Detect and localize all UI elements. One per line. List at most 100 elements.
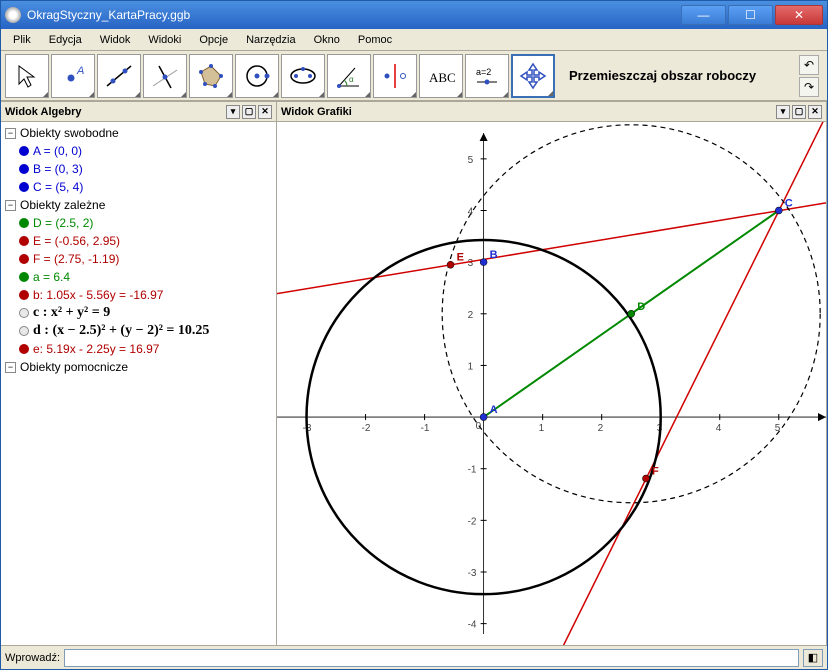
tree-group[interactable]: −Obiekty zależne: [5, 196, 272, 214]
svg-text:ABC: ABC: [429, 70, 456, 85]
close-button[interactable]: ✕: [775, 5, 823, 25]
panel-menu-icon[interactable]: ▾: [776, 105, 790, 119]
tool-reflect[interactable]: [373, 54, 417, 98]
object-visibility-icon[interactable]: [19, 326, 29, 336]
svg-text:5: 5: [468, 155, 474, 166]
panel-menu-icon[interactable]: ▾: [226, 105, 240, 119]
tool-description: Przemieszczaj obszar roboczy: [557, 68, 797, 83]
object-visibility-icon[interactable]: [19, 146, 29, 156]
svg-text:a=2: a=2: [476, 67, 491, 77]
tool-ellipse[interactable]: [281, 54, 325, 98]
svg-text:-2: -2: [468, 516, 477, 527]
svg-text:-1: -1: [468, 465, 477, 476]
tool-circle[interactable]: [235, 54, 279, 98]
menu-help[interactable]: Pomoc: [350, 32, 400, 48]
tool-move[interactable]: [5, 54, 49, 98]
menu-tools[interactable]: Narzędzia: [238, 32, 304, 48]
tree-item[interactable]: F = (2.75, -1.19): [5, 250, 272, 268]
svg-text:0: 0: [476, 421, 482, 432]
object-visibility-icon[interactable]: [19, 344, 29, 354]
tree-item[interactable]: c : x² + y² = 9: [5, 304, 272, 322]
menu-window[interactable]: Okno: [306, 32, 348, 48]
svg-text:A: A: [76, 65, 84, 77]
tool-polygon[interactable]: [189, 54, 233, 98]
app-window: OkragStyczny_KartaPracy.ggb — ☐ ✕ Plik E…: [0, 0, 828, 670]
maximize-button[interactable]: ☐: [728, 5, 773, 25]
tree-group[interactable]: −Obiekty pomocnicze: [5, 358, 272, 376]
graphics-header: Widok Grafiki ▾ ▢ ✕: [277, 102, 826, 122]
undo-icon[interactable]: ↶: [799, 55, 819, 75]
tree-item-label: D = (2.5, 2): [33, 216, 93, 230]
tree-item[interactable]: a = 6.4: [5, 268, 272, 286]
menubar: Plik Edycja Widok Widoki Opcje Narzędzia…: [1, 29, 827, 51]
window-title: OkragStyczny_KartaPracy.ggb: [27, 8, 681, 22]
svg-text:E: E: [457, 252, 464, 264]
graphics-view[interactable]: -3-2-1012345-4-3-2-112345ABCDEF: [277, 122, 826, 645]
tree-item-label: a = 6.4: [33, 270, 70, 284]
main-area: Widok Algebry ▾ ▢ ✕ −Obiekty swobodneA =…: [1, 101, 827, 645]
object-visibility-icon[interactable]: [19, 290, 29, 300]
tool-slider[interactable]: a=2: [465, 54, 509, 98]
tree-item-label: F = (2.75, -1.19): [33, 252, 119, 266]
svg-text:B: B: [490, 249, 498, 261]
object-visibility-icon[interactable]: [19, 254, 29, 264]
tool-perpendicular[interactable]: [143, 54, 187, 98]
inputbar-help-icon[interactable]: ◧: [803, 649, 823, 667]
tree-item[interactable]: D = (2.5, 2): [5, 214, 272, 232]
panel-close-icon[interactable]: ✕: [258, 105, 272, 119]
object-visibility-icon[interactable]: [19, 272, 29, 282]
object-visibility-icon[interactable]: [19, 308, 29, 318]
titlebar: OkragStyczny_KartaPracy.ggb — ☐ ✕: [1, 1, 827, 29]
svg-text:1: 1: [468, 361, 474, 372]
minimize-button[interactable]: —: [681, 5, 726, 25]
tree-group-label: Obiekty zależne: [20, 198, 105, 212]
inputbar-field[interactable]: [64, 649, 799, 667]
panel-undock-icon[interactable]: ▢: [792, 105, 806, 119]
panel-undock-icon[interactable]: ▢: [242, 105, 256, 119]
svg-text:2: 2: [598, 423, 604, 434]
object-visibility-icon[interactable]: [19, 164, 29, 174]
tree-item-label: E = (-0.56, 2.95): [33, 234, 120, 248]
tree-group[interactable]: −Obiekty swobodne: [5, 124, 272, 142]
svg-text:3: 3: [468, 258, 474, 269]
svg-text:F: F: [652, 466, 659, 478]
tree-toggle-icon[interactable]: −: [5, 362, 16, 373]
tree-item[interactable]: d : (x − 2.5)² + (y − 2)² = 10.25: [5, 322, 272, 340]
object-visibility-icon[interactable]: [19, 218, 29, 228]
svg-text:-1: -1: [421, 423, 430, 434]
svg-text:-4: -4: [468, 620, 477, 631]
tool-line[interactable]: [97, 54, 141, 98]
tool-text[interactable]: ABC: [419, 54, 463, 98]
tree-item[interactable]: C = (5, 4): [5, 178, 272, 196]
menu-options[interactable]: Opcje: [191, 32, 236, 48]
tree-item[interactable]: b: 1.05x - 5.56y = -16.97: [5, 286, 272, 304]
menu-view[interactable]: Widok: [92, 32, 139, 48]
graphics-panel: Widok Grafiki ▾ ▢ ✕ -3-2-1012345-4-3-2-1…: [277, 102, 827, 645]
tree-toggle-icon[interactable]: −: [5, 200, 16, 211]
tree-item[interactable]: A = (0, 0): [5, 142, 272, 160]
svg-text:A: A: [490, 404, 498, 416]
inputbar-label: Wprowadź:: [5, 652, 60, 664]
tree-item-label: c : x² + y² = 9: [33, 305, 110, 321]
tool-moveview[interactable]: [511, 54, 555, 98]
menu-views[interactable]: Widoki: [140, 32, 189, 48]
tree-toggle-icon[interactable]: −: [5, 128, 16, 139]
svg-text:D: D: [637, 301, 645, 313]
svg-text:-3: -3: [468, 568, 477, 579]
object-visibility-icon[interactable]: [19, 182, 29, 192]
menu-edit[interactable]: Edycja: [41, 32, 90, 48]
tool-angle[interactable]: α: [327, 54, 371, 98]
tree-item[interactable]: B = (0, 3): [5, 160, 272, 178]
object-visibility-icon[interactable]: [19, 236, 29, 246]
tool-point[interactable]: A: [51, 54, 95, 98]
redo-icon[interactable]: ↷: [799, 77, 819, 97]
app-icon: [5, 7, 21, 23]
inputbar: Wprowadź: ◧: [1, 645, 827, 669]
panel-close-icon[interactable]: ✕: [808, 105, 822, 119]
menu-file[interactable]: Plik: [5, 32, 39, 48]
tree-item-label: b: 1.05x - 5.56y = -16.97: [33, 288, 163, 302]
algebra-panel: Widok Algebry ▾ ▢ ✕ −Obiekty swobodneA =…: [1, 102, 277, 645]
tree-item[interactable]: E = (-0.56, 2.95): [5, 232, 272, 250]
svg-text:4: 4: [468, 207, 474, 218]
tree-item[interactable]: e: 5.19x - 2.25y = 16.97: [5, 340, 272, 358]
